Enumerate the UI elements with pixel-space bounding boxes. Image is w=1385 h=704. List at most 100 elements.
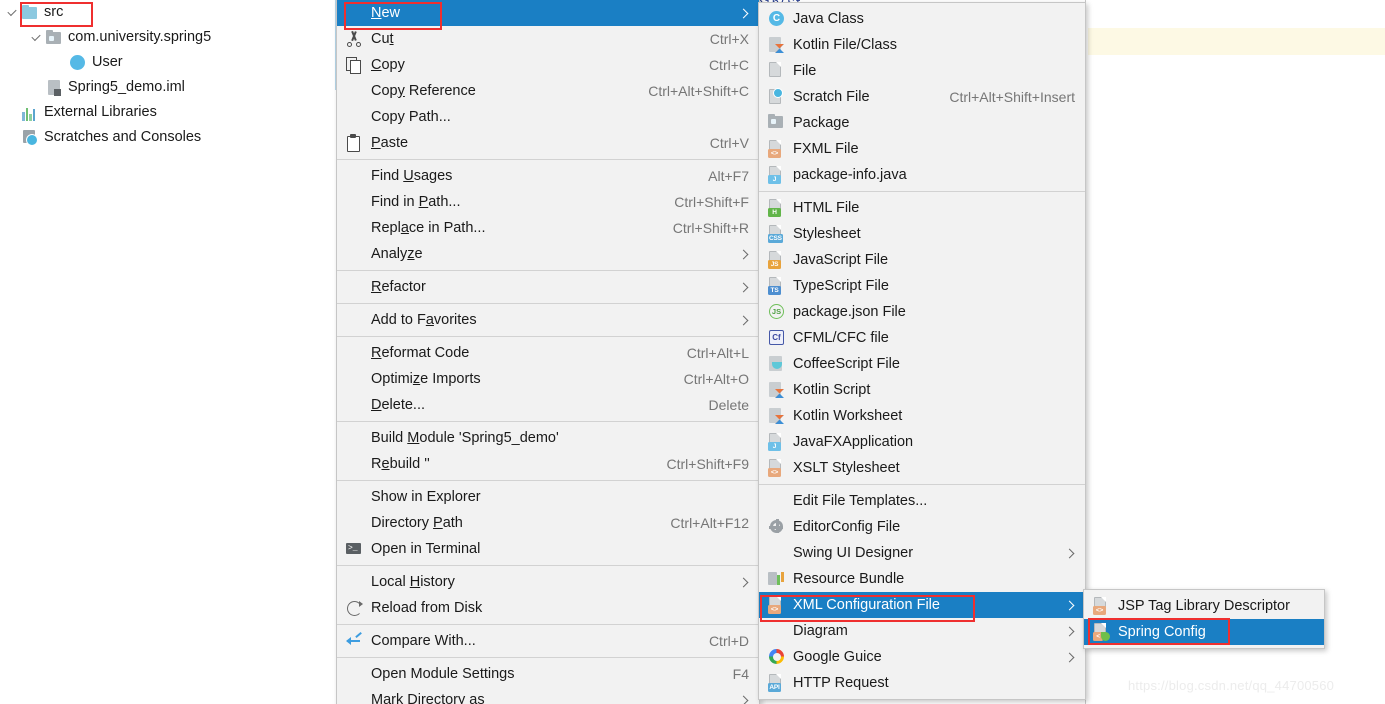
menu-separator [337, 624, 759, 625]
tree-item-com-university-spring5[interactable]: com.university.spring5 [0, 25, 330, 50]
spring-config-icon: < [1092, 623, 1110, 641]
menu-item-analyze[interactable]: Analyze [337, 241, 759, 267]
menu-item-copy[interactable]: Copy Ctrl+C [337, 52, 759, 78]
menu-separator [337, 270, 759, 271]
menu-item-shortcut: Alt+F7 [708, 168, 749, 184]
menu-item-copy-reference[interactable]: Copy Reference Ctrl+Alt+Shift+C [337, 78, 759, 104]
menu-item-label: Compare With... [371, 632, 476, 649]
menu-item-find-in-path[interactable]: Find in Path... Ctrl+Shift+F [337, 189, 759, 215]
menu-item-http-request[interactable]: API HTTP Request [759, 670, 1085, 696]
context-menu[interactable]: New Cut Ctrl+X Copy Ctrl+C Copy Reference Ctrl… [336, 0, 760, 704]
iml-file-icon [46, 79, 63, 96]
menu-item-compare-with[interactable]: Compare With... Ctrl+D [337, 628, 759, 654]
menu-item-shortcut: Ctrl+V [709, 135, 749, 151]
xml-configuration-submenu[interactable]: <> JSP Tag Library Descriptor < Spring Conf… [1083, 589, 1325, 649]
menu-item-reload-from-disk[interactable]: Reload from Disk [337, 595, 759, 621]
tree-item-external-libraries[interactable]: External Libraries [0, 100, 330, 125]
menu-item-show-in-explorer[interactable]: Show in Explorer [337, 484, 759, 510]
menu-item-typescript-file[interactable]: TS TypeScript File [759, 273, 1085, 299]
xml-file-icon: <> [767, 596, 785, 614]
menu-item-editorconfig-file[interactable]: EditorConfig File [759, 514, 1085, 540]
menu-separator [337, 421, 759, 422]
menu-item-javafxapplication[interactable]: J JavaFXApplication [759, 429, 1085, 455]
menu-item-add-to-favorites[interactable]: Add to Favorites [337, 307, 759, 333]
menu-item-label: Kotlin Script [793, 381, 871, 398]
menu-item-replace-in-path[interactable]: Replace in Path... Ctrl+Shift+R [337, 215, 759, 241]
menu-item-resource-bundle[interactable]: Resource Bundle [759, 566, 1085, 592]
menu-item-label: Copy Reference [371, 82, 476, 99]
menu-item-reformat-code[interactable]: Reformat Code Ctrl+Alt+L [337, 340, 759, 366]
menu-item-label: JSP Tag Library Descriptor [1118, 597, 1290, 614]
menu-item-shortcut: Ctrl+Shift+R [672, 220, 749, 236]
menu-item-optimize-imports[interactable]: Optimize Imports Ctrl+Alt+O [337, 366, 759, 392]
menu-item-label: CoffeeScript File [793, 355, 900, 372]
menu-separator [759, 484, 1085, 485]
menu-icon-placeholder [345, 488, 363, 506]
menu-item-xml-configuration-file[interactable]: <> XML Configuration File [759, 592, 1085, 618]
menu-item-fxml-file[interactable]: <> FXML File [759, 136, 1085, 162]
menu-item-delete[interactable]: Delete... Delete [337, 392, 759, 418]
menu-item-package-json-file[interactable]: JS package.json File [759, 299, 1085, 325]
menu-item-shortcut: Ctrl+X [709, 31, 749, 47]
tree-item-src[interactable]: src [0, 0, 330, 25]
menu-item-cfml-cfc-file[interactable]: Cf CFML/CFC file [759, 325, 1085, 351]
chevron-down-icon[interactable] [6, 6, 20, 20]
package-icon [46, 29, 63, 46]
menu-item-paste[interactable]: Paste Ctrl+V [337, 130, 759, 156]
menu-item-build-module-spring5-demo[interactable]: Build Module 'Spring5_demo' [337, 425, 759, 451]
chevron-down-icon[interactable] [30, 31, 44, 45]
menu-item-coffeescript-file[interactable]: CoffeeScript File [759, 351, 1085, 377]
menu-item-find-usages[interactable]: Find Usages Alt+F7 [337, 163, 759, 189]
menu-item-label: Spring Config [1118, 623, 1206, 640]
menu-item-kotlin-worksheet[interactable]: Kotlin Worksheet [759, 403, 1085, 429]
menu-item-xslt-stylesheet[interactable]: <> XSLT Stylesheet [759, 455, 1085, 481]
menu-item-html-file[interactable]: H HTML File [759, 195, 1085, 221]
menu-item-swing-ui-designer[interactable]: Swing UI Designer [759, 540, 1085, 566]
menu-item-jsp-tag-library-descriptor[interactable]: <> JSP Tag Library Descriptor [1084, 593, 1324, 619]
menu-item-shortcut: Ctrl+Alt+F12 [670, 515, 749, 531]
menu-item-label: package.json File [793, 303, 906, 320]
menu-item-kotlin-script[interactable]: Kotlin Script [759, 377, 1085, 403]
menu-item-new[interactable]: New [337, 0, 759, 26]
copy-icon [345, 56, 363, 74]
menu-item-scratch-file[interactable]: Scratch File Ctrl+Alt+Shift+Insert [759, 84, 1085, 110]
kotlin-file-icon [767, 407, 785, 425]
menu-item-kotlin-file-class[interactable]: Kotlin File/Class [759, 32, 1085, 58]
menu-item-diagram[interactable]: Diagram [759, 618, 1085, 644]
menu-item-javascript-file[interactable]: JS JavaScript File [759, 247, 1085, 273]
menu-icon-placeholder [345, 573, 363, 591]
tree-item-scratches-and-consoles[interactable]: Scratches and Consoles [0, 125, 330, 150]
menu-item-mark-directory-as[interactable]: Mark Directory as [337, 687, 759, 704]
menu-item-package-info-java[interactable]: Jpackage-info.java [759, 162, 1085, 188]
menu-item-java-class[interactable]: C Java Class [759, 6, 1085, 32]
menu-item-spring-config[interactable]: < Spring Config [1084, 619, 1324, 645]
tree-item-user[interactable]: User [0, 50, 330, 75]
tree-item-spring5-demo-iml[interactable]: Spring5_demo.iml [0, 75, 330, 100]
javascript-file-icon: JS [767, 251, 785, 269]
menu-item-file[interactable]: File [759, 58, 1085, 84]
menu-item-local-history[interactable]: Local History [337, 569, 759, 595]
menu-item-open-module-settings[interactable]: Open Module Settings F4 [337, 661, 759, 687]
typescript-file-icon: TS [767, 277, 785, 295]
menu-icon-placeholder [345, 219, 363, 237]
editor-highlight-band [1088, 28, 1385, 55]
menu-item-google-guice[interactable]: Google Guice [759, 644, 1085, 670]
menu-item-open-in-terminal[interactable]: Open in Terminal [337, 536, 759, 562]
new-submenu[interactable]: C Java Class Kotlin File/Class File Scratch … [758, 2, 1086, 700]
menu-icon-placeholder [345, 455, 363, 473]
menu-item-label: Replace in Path... [371, 219, 486, 236]
menu-item-label: Reload from Disk [371, 599, 483, 616]
menu-item-rebuild-default[interactable]: Rebuild '' Ctrl+Shift+F9 [337, 451, 759, 477]
menu-item-refactor[interactable]: Refactor [337, 274, 759, 300]
menu-separator [337, 336, 759, 337]
menu-item-cut[interactable]: Cut Ctrl+X [337, 26, 759, 52]
tree-item-label: Scratches and Consoles [44, 129, 202, 146]
menu-item-label: Open Module Settings [371, 665, 515, 682]
menu-item-package[interactable]: Package [759, 110, 1085, 136]
menu-item-stylesheet[interactable]: CSS Stylesheet [759, 221, 1085, 247]
nodejs-icon: JS [767, 303, 785, 321]
menu-item-directory-path[interactable]: Directory Path Ctrl+Alt+F12 [337, 510, 759, 536]
menu-item-edit-file-templates[interactable]: Edit File Templates... [759, 488, 1085, 514]
menu-item-copy-path[interactable]: Copy Path... [337, 104, 759, 130]
